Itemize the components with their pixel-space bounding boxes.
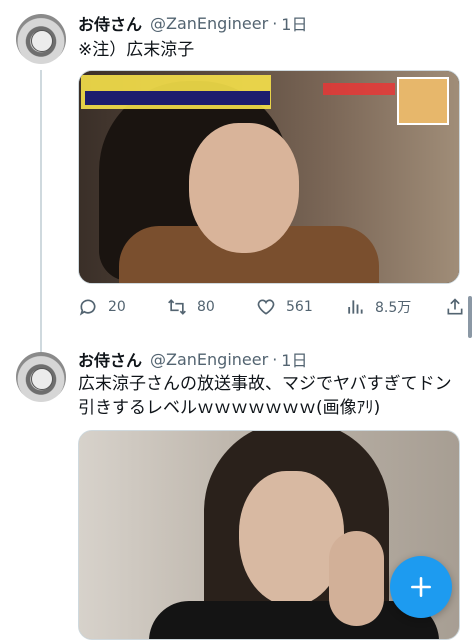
image-hand xyxy=(329,531,384,626)
image-caption-bar xyxy=(85,91,270,105)
retweet-count: 80 xyxy=(197,299,215,315)
views-chart-icon xyxy=(348,300,363,314)
timestamp[interactable]: 1日 xyxy=(281,11,307,35)
tweet[interactable]: お侍さん @ZanEngineer · 1日 ※注）広末涼子 20 80 561… xyxy=(0,0,474,352)
tweet-text: ※注）広末涼子 xyxy=(78,40,195,60)
heart-icon xyxy=(257,299,275,315)
image-face xyxy=(189,123,299,253)
tweet-actions: 20 80 561 8.5万 xyxy=(78,294,472,320)
scrollbar[interactable] xyxy=(468,296,472,338)
image-show-title xyxy=(323,83,395,95)
retweet-icon xyxy=(168,299,186,315)
separator-dot: · xyxy=(272,349,278,369)
handle[interactable]: @ZanEngineer xyxy=(150,350,268,369)
compose-button[interactable] xyxy=(390,556,452,618)
display-name[interactable]: お侍さん xyxy=(78,11,142,35)
tweet-text: 広末涼子さんの放送事故、マジでヤバすぎてドン引きするレベルｗｗｗｗｗｗｗ(画像ｱ… xyxy=(78,374,452,418)
avatar-face xyxy=(31,30,53,52)
thread-line xyxy=(40,70,42,352)
timestamp[interactable]: 1日 xyxy=(281,347,307,371)
tweet-image[interactable] xyxy=(78,70,460,284)
views-count: 8.5万 xyxy=(375,300,412,316)
share-button[interactable] xyxy=(445,297,465,317)
like-count: 561 xyxy=(286,299,313,315)
share-icon xyxy=(447,298,463,315)
reply-icon xyxy=(79,299,96,316)
avatar-face xyxy=(31,368,53,390)
image-body xyxy=(149,601,439,639)
avatar[interactable] xyxy=(16,14,66,64)
handle[interactable]: @ZanEngineer xyxy=(150,14,268,33)
plus-icon xyxy=(411,577,431,597)
tweet-header: お侍さん @ZanEngineer · 1日 xyxy=(78,11,307,35)
display-name[interactable]: お侍さん xyxy=(78,347,142,371)
tweet-header: お侍さん @ZanEngineer · 1日 xyxy=(78,347,307,371)
reply-button[interactable]: 20 xyxy=(78,297,167,317)
reply-count: 20 xyxy=(108,299,126,315)
avatar[interactable] xyxy=(16,352,66,402)
views-button[interactable]: 8.5万 xyxy=(345,297,445,317)
image-inset xyxy=(397,77,449,125)
retweet-button[interactable]: 80 xyxy=(167,297,256,317)
like-button[interactable]: 561 xyxy=(256,297,345,317)
separator-dot: · xyxy=(272,13,278,33)
